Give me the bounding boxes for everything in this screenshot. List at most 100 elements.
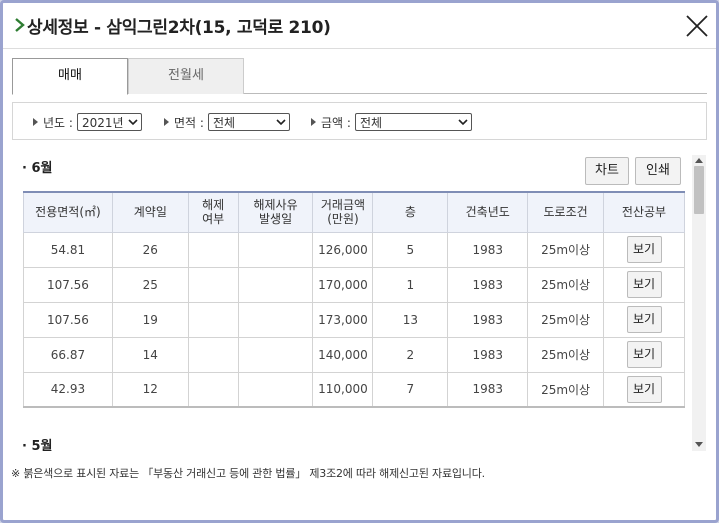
cell-cancel-date: [237, 266, 314, 303]
view-docs-button[interactable]: 보기: [626, 341, 662, 368]
bullet-triangle-icon: [311, 118, 316, 126]
detail-window: 상세정보 - 삼익그린2차(15, 고덕로 210) 매매 전월세 년도 : 2…: [0, 0, 719, 523]
cell-road: 25m이상: [527, 301, 605, 338]
view-docs-button[interactable]: 보기: [626, 375, 662, 403]
cell-built: 1983: [447, 371, 529, 408]
column-header-floor: 층: [372, 191, 449, 233]
tab-sale[interactable]: 매매: [12, 58, 128, 95]
cell-price: 173,000: [312, 301, 374, 338]
cell-day: 19: [111, 301, 189, 338]
results-area[interactable]: · 6월 차트 인쇄 전용면적(㎡) 계약일 해제 여부 해제사유 발생일 거래금액 (…: [12, 149, 688, 451]
cell-price: 110,000: [312, 371, 374, 408]
cell-docs: 보기: [603, 266, 685, 303]
cell-road: 25m이상: [527, 266, 605, 303]
scroll-down-arrow-icon[interactable]: [695, 442, 703, 447]
column-header-contract-day: 계약일: [111, 191, 189, 233]
year-select-value: 2021년: [81, 115, 124, 130]
cell-cancel-date: [237, 301, 314, 338]
month-heading-june: · 6월: [22, 161, 53, 176]
column-header-cancel-flag: 해제 여부: [187, 191, 239, 233]
cell-built: 1983: [447, 301, 529, 338]
cell-cancel: [187, 336, 239, 373]
price-select[interactable]: 전체: [354, 113, 472, 131]
scroll-up-arrow-icon[interactable]: [695, 158, 703, 163]
cell-day: 25: [111, 266, 189, 303]
cell-day: 14: [111, 336, 189, 373]
column-header-area: 전용면적(㎡): [23, 191, 113, 233]
price-filter: 금액 : 전체: [311, 113, 472, 131]
cell-floor: 5: [372, 231, 449, 268]
cell-area: 54.81: [23, 231, 113, 268]
cell-cancel: [187, 301, 239, 338]
area-filter: 면적 : 전체: [164, 113, 290, 131]
area-filter-label: 면적 :: [174, 115, 204, 130]
view-docs-button[interactable]: 보기: [626, 236, 662, 263]
cell-floor: 13: [372, 301, 449, 338]
close-icon[interactable]: [684, 13, 710, 39]
column-header-price: 거래금액 (만원): [312, 191, 374, 233]
cell-day: 26: [111, 231, 189, 268]
trade-type-tabs: 매매 전월세: [12, 58, 707, 95]
cell-built: 1983: [447, 231, 529, 268]
scrollbar-thumb[interactable]: [694, 166, 704, 214]
cell-docs: 보기: [603, 371, 685, 408]
table-row: 107.56 25 170,000 1 1983 25m이상 보기: [23, 266, 685, 303]
bullet-triangle-icon: [33, 118, 38, 126]
cell-cancel-date: [237, 371, 314, 408]
table-row: 42.93 12 110,000 7 1983 25m이상 보기: [23, 371, 685, 408]
cell-built: 1983: [447, 266, 529, 303]
column-header-road: 도로조건: [527, 191, 605, 233]
cancellation-footnote: ※ 붉은색으로 표시된 자료는 「부동산 거래신고 등에 관한 법률」 제3조2…: [11, 467, 485, 480]
tab-rent[interactable]: 전월세: [128, 58, 244, 94]
view-docs-button[interactable]: 보기: [626, 306, 662, 333]
cell-floor: 2: [372, 336, 449, 373]
print-button[interactable]: 인쇄: [635, 157, 681, 185]
title-bar: 상세정보 - 삼익그린2차(15, 고덕로 210): [3, 3, 716, 49]
cell-price: 126,000: [312, 231, 374, 268]
chevron-down-icon: [128, 119, 138, 126]
window-title: 상세정보 - 삼익그린2차(15, 고덕로 210): [27, 18, 331, 38]
cell-area: 42.93: [23, 371, 113, 408]
cell-road: 25m이상: [527, 371, 605, 408]
cell-day: 12: [111, 371, 189, 408]
column-header-cancel-date: 해제사유 발생일: [237, 191, 314, 233]
vertical-scrollbar[interactable]: [692, 155, 706, 451]
year-filter: 년도 : 2021년: [33, 113, 142, 131]
month-heading-may: · 5월: [22, 439, 53, 451]
cell-floor: 7: [372, 371, 449, 408]
filter-bar: 년도 : 2021년 면적 : 전체 금액 : 전체: [12, 102, 707, 140]
price-filter-label: 금액 :: [321, 115, 351, 130]
cell-built: 1983: [447, 336, 529, 373]
bullet-triangle-icon: [164, 118, 169, 126]
table-header-row: 전용면적(㎡) 계약일 해제 여부 해제사유 발생일 거래금액 (만원) 층 건축년도 도로조…: [23, 191, 685, 233]
transaction-table: 전용면적(㎡) 계약일 해제 여부 해제사유 발생일 거래금액 (만원) 층 건축년도 도로조…: [23, 191, 685, 408]
cell-area: 66.87: [23, 336, 113, 373]
table-row: 66.87 14 140,000 2 1983 25m이상 보기: [23, 336, 685, 373]
cell-area: 107.56: [23, 301, 113, 338]
chevron-down-icon: [276, 119, 286, 126]
cell-price: 170,000: [312, 266, 374, 303]
cell-cancel: [187, 371, 239, 408]
area-select-value: 전체: [212, 115, 236, 130]
cell-cancel-date: [237, 231, 314, 268]
cell-docs: 보기: [603, 301, 685, 338]
area-select[interactable]: 전체: [207, 113, 290, 131]
cell-floor: 1: [372, 266, 449, 303]
cell-price: 140,000: [312, 336, 374, 373]
column-header-docs: 전산공부: [603, 191, 685, 233]
cell-cancel-date: [237, 336, 314, 373]
chevron-right-icon: [15, 18, 25, 32]
cell-road: 25m이상: [527, 231, 605, 268]
year-select[interactable]: 2021년: [76, 113, 142, 131]
price-select-value: 전체: [359, 115, 383, 130]
chevron-down-icon: [458, 119, 468, 126]
cell-road: 25m이상: [527, 336, 605, 373]
column-header-built-year: 건축년도: [447, 191, 529, 233]
cell-docs: 보기: [603, 336, 685, 373]
view-docs-button[interactable]: 보기: [626, 271, 662, 298]
cell-docs: 보기: [603, 231, 685, 268]
cell-cancel: [187, 266, 239, 303]
cell-area: 107.56: [23, 266, 113, 303]
chart-button[interactable]: 차트: [585, 157, 629, 185]
year-filter-label: 년도 :: [43, 115, 73, 130]
